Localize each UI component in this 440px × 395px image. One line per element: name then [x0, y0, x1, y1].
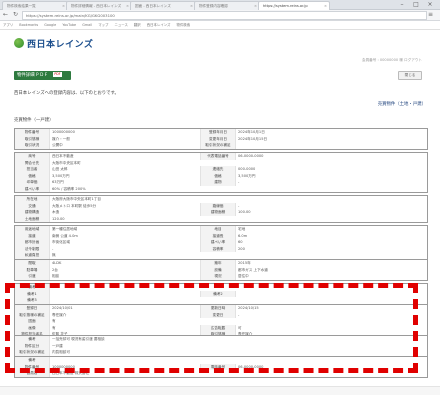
notice-text: 西日本レインズへの登録内容は、以下のとおりです。 — [14, 91, 119, 96]
bookmark-item[interactable]: Google — [44, 23, 56, 27]
field-label: 私道負担 — [15, 252, 50, 259]
field-label: 建ぺい率 — [15, 185, 50, 192]
pdf-button-label: 物件詳細 P D F — [17, 73, 48, 78]
field-value: 内覧相談可 — [52, 350, 70, 354]
pdf-icon: PDF — [53, 72, 62, 77]
maximize-icon[interactable]: □ — [410, 0, 422, 9]
bookmark-item[interactable]: マップ — [98, 23, 108, 27]
table-row: 取引状況の補足 内覧相談可 — [15, 349, 427, 356]
pdf-download-button[interactable]: 物件詳細 P D F PDF — [14, 71, 71, 80]
close-tab-icon[interactable]: × — [126, 2, 129, 10]
bookmark-item[interactable]: アプリ — [3, 23, 13, 27]
field-label: 取引状況の補足 — [201, 142, 236, 149]
field-label: 土地面積 — [15, 215, 50, 222]
category-link[interactable]: 売買物件（土地・戸建） — [378, 101, 426, 107]
detail-table: 所在地 大阪府大阪市中央区本町1丁目 交通 大阪メトロ 本町駅 徒歩5分 路線価 - 建物構… — [14, 195, 428, 223]
table-row: 引渡 相談 現況 居住中 — [15, 273, 427, 280]
field-value: 相談 — [50, 273, 201, 280]
field-value: 無 — [52, 253, 56, 257]
bookmark-item[interactable]: ニュース — [114, 23, 127, 27]
bookmark-item[interactable]: 物件検索 — [177, 23, 191, 27]
field-label: 取引状況の補足 — [15, 349, 50, 356]
close-window-icon[interactable]: × — [424, 0, 436, 9]
bookmark-item[interactable]: 翻訳 — [134, 23, 141, 27]
table-row: 私道負担無 — [15, 252, 427, 259]
detail-table: 間取 4LDK 築年 2015年 駐車場 2台 設備 都市ガス 上下水道 引渡 相談 現況 居住中 — [14, 259, 428, 281]
bookmark-item[interactable]: YouTube — [62, 23, 76, 27]
field-value: 60% / 容積率 200% — [52, 186, 86, 191]
bookmark-item[interactable]: Gmail — [82, 23, 92, 27]
table-row: 備考3 — [15, 297, 427, 304]
logo-icon — [14, 38, 24, 48]
browser-tab[interactable]: 物件検索結果一覧 × — [2, 1, 68, 10]
menu-icon[interactable]: ≡ — [428, 11, 433, 19]
browser-tab[interactable]: 物件登録内容確認 × — [194, 1, 260, 10]
browser-tab-active[interactable]: https://system.reins.or.jp × — [258, 1, 330, 10]
field-value: 西日本不動産 株式会社 — [52, 371, 90, 375]
detail-table: 備考 一括売却可 現況有姿引渡 要相談 物件区分 一戸建 取引状況の補足 内覧相談可 — [14, 335, 428, 357]
detail-table: 備考 物件番号 1000000000 電話番号 06-0000-0000 会員名 西日本不動… — [14, 356, 428, 378]
close-tab-icon[interactable]: × — [62, 2, 65, 10]
field-value: 120.00 — [52, 216, 65, 221]
url-input[interactable]: https://system.reins.or.jp/main/KG/GKG00… — [22, 11, 427, 20]
minimize-icon[interactable]: – — [396, 0, 408, 9]
detail-table: 登録日 2024/10/01 更新日時 2024/10/15 取引態様の補足 専任媒介 変更… — [14, 304, 428, 339]
close-tab-icon[interactable]: × — [190, 2, 193, 10]
field-value — [236, 142, 427, 149]
detail-table: 用途地域 第一種住居地域 地目 宅地 接道 南側 公道 4.0m 接道長 6.0m 都市計画 市街… — [14, 225, 428, 260]
detail-table: 物件番号 1000000000 登録年月日 2024年10月1日 取引態様 媒介・一般 変更… — [14, 128, 428, 150]
table-row: 取引状況 公開中 取引状況の補足 — [15, 142, 427, 149]
table-row: 建ぺい率 60% / 容積率 200% — [15, 185, 427, 192]
bookmarks-bar: アプリ Bookmarks Google YouTube Gmail マップ ニ… — [0, 21, 440, 30]
field-label: 会員名 — [15, 370, 50, 377]
field-value — [50, 297, 427, 304]
bookmark-item[interactable]: 西日本レインズ — [147, 23, 171, 27]
section-title: 売買物件（一戸建） — [14, 118, 54, 123]
detail-table: 備考 備考1 備考2 備考3 — [14, 283, 428, 305]
table-row: 会員名 西日本不動産 株式会社 — [15, 370, 427, 377]
table-row: 土地面積 120.00 — [15, 215, 427, 222]
field-value: 居住中 — [238, 274, 249, 278]
close-tab-icon[interactable]: × — [254, 2, 257, 10]
detail-table: 商号 西日本不動産 代表電話番号 06-0000-0000 問合せ先 大阪市中央区本町 担当… — [14, 152, 428, 193]
field-label: 備考3 — [15, 297, 50, 304]
member-info: 会員番号 : 00000000 様 ログアウト — [361, 58, 422, 62]
bookmark-item[interactable]: Bookmarks — [19, 23, 38, 27]
field-label: 引渡 — [15, 273, 50, 280]
close-button[interactable]: 閉じる — [398, 71, 422, 80]
close-tab-icon[interactable]: × — [324, 2, 327, 10]
browser-tabbar: 物件検索結果一覧 × 物件詳細情報 - 西日本レインズ × 図面 - 西日本レインズ… — [0, 0, 440, 10]
browser-tab[interactable]: 図面 - 西日本レインズ × — [130, 1, 196, 10]
back-icon[interactable]: ← — [3, 11, 8, 19]
site-logo[interactable]: 西日本レインズ — [14, 38, 94, 50]
address-bar-row: ← ↻ https://system.reins.or.jp/main/KG/G… — [0, 10, 440, 21]
browser-tab[interactable]: 物件詳細情報 - 西日本レインズ × — [66, 1, 132, 10]
reload-icon[interactable]: ↻ — [13, 11, 18, 19]
field-label: 取引状況 — [15, 142, 50, 149]
logo-text: 西日本レインズ — [27, 39, 94, 50]
field-label: 現況 — [201, 273, 236, 280]
field-value: 公開中 — [50, 142, 201, 149]
